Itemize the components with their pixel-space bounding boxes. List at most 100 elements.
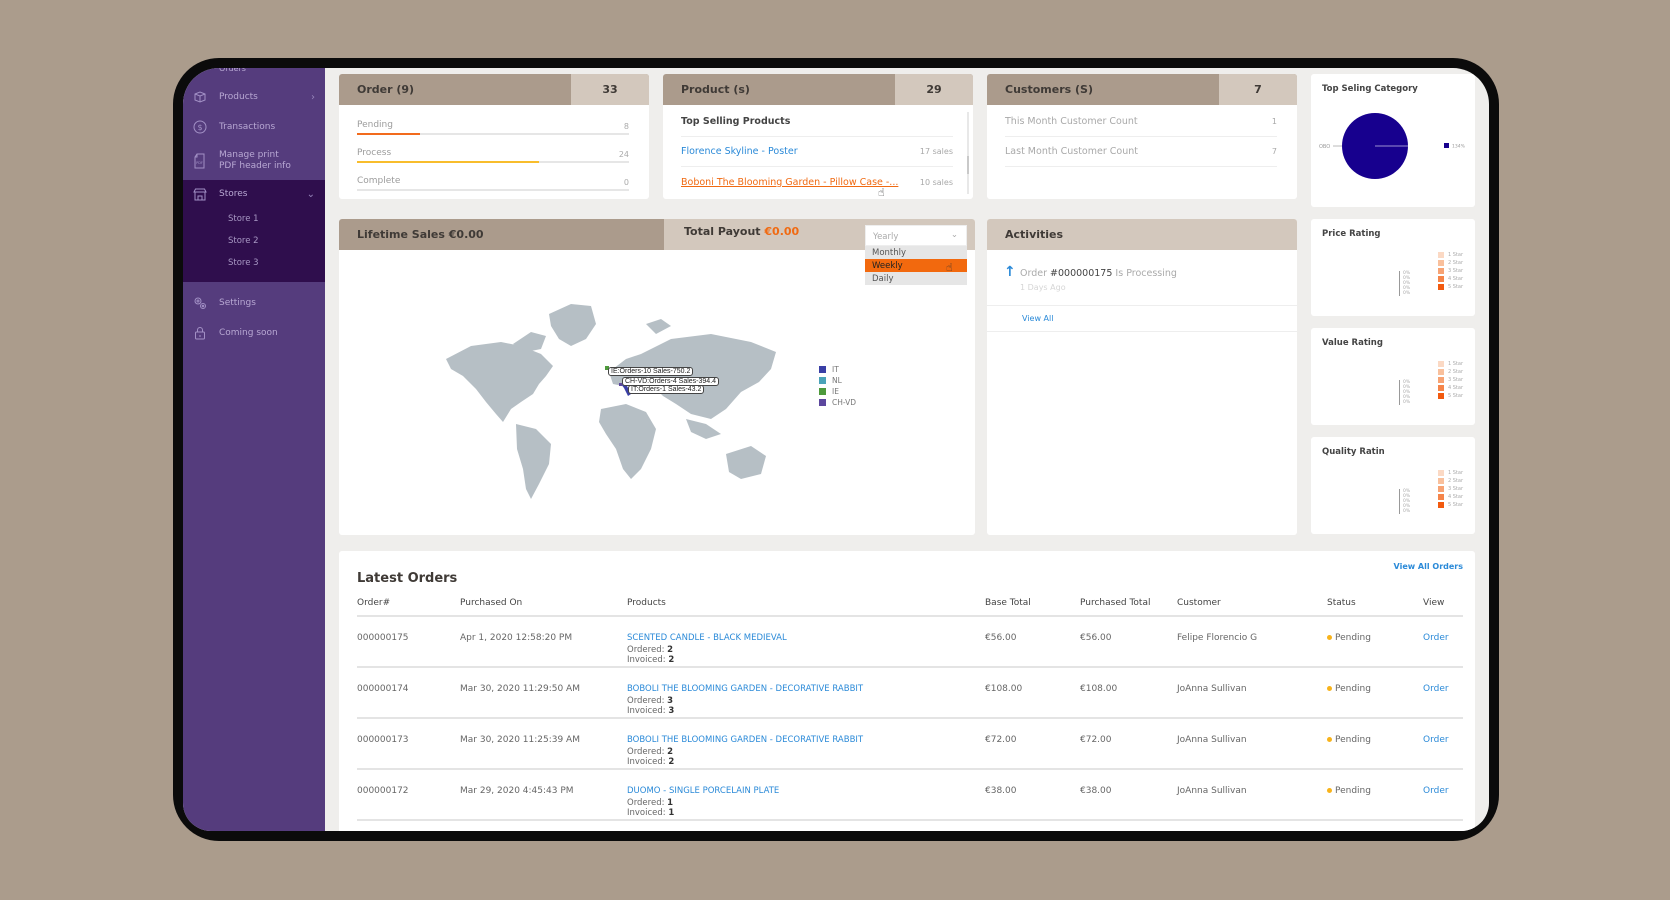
column-header[interactable]: Purchased On: [460, 591, 627, 617]
rating-legend-item[interactable]: 1 Star: [1437, 469, 1463, 477]
sidebar-subitem-store-3[interactable]: Store 3: [183, 252, 325, 274]
scrollbar-thumb[interactable]: [967, 156, 969, 174]
rating-legend-item[interactable]: 3 Star: [1437, 376, 1463, 384]
map-legend-item[interactable]: CH-VD: [819, 397, 856, 408]
column-header[interactable]: Status: [1327, 591, 1423, 617]
order-number: 000000172: [357, 769, 460, 821]
product-link[interactable]: SCENTED CANDLE - BLACK MEDIEVAL: [627, 633, 787, 643]
box-icon: [193, 90, 207, 104]
legend-swatch: [1437, 502, 1444, 508]
purchased-total: €108.00: [1080, 667, 1177, 719]
column-header[interactable]: View: [1423, 591, 1463, 617]
hand-cursor-icon: ☝: [878, 186, 885, 199]
legend-swatch: [1437, 252, 1444, 258]
legend-swatch: [1437, 260, 1444, 266]
rating-legend-item[interactable]: 3 Star: [1437, 267, 1463, 275]
arctic-islands: [646, 319, 671, 334]
sidebar-item-products[interactable]: Products ›: [183, 82, 325, 112]
top-product-link[interactable]: Florence Skyline - Poster: [681, 146, 798, 157]
rating-legend-item[interactable]: 4 Star: [1437, 384, 1463, 392]
sidebar-subitem-store-1[interactable]: Store 1: [183, 208, 325, 230]
sidebar-item-coming-soon[interactable]: Coming soon: [183, 318, 325, 348]
table-row: 000000174 Mar 30, 2020 11:29:50 AM BOBOL…: [357, 667, 1463, 719]
latest-orders-card: View All Orders Latest Orders Order# Pur…: [339, 551, 1475, 831]
rating-legend: 1 Star 2 Star 3 Star 4 Star 5 Star: [1437, 469, 1463, 509]
period-option-monthly[interactable]: Monthly: [865, 246, 967, 259]
sidebar-item-label: Stores: [219, 189, 248, 199]
purchased-total: €72.00: [1080, 718, 1177, 770]
rating-legend-item[interactable]: 3 Star: [1437, 485, 1463, 493]
map-legend-item[interactable]: IT: [819, 364, 856, 375]
legend-swatch: [1437, 276, 1444, 282]
legend-swatch: [1437, 486, 1444, 492]
period-select[interactable]: Yearly ⌄: [865, 225, 967, 246]
view-order-link[interactable]: Order: [1423, 684, 1449, 694]
customer-name: JoAnna Sullivan: [1177, 718, 1327, 770]
sidebar-subitem-store-2[interactable]: Store 2: [183, 230, 325, 252]
product-link[interactable]: BOBOLI THE BLOOMING GARDEN - DECORATIVE …: [627, 735, 863, 745]
sidebar-item-label: Settings: [219, 298, 256, 308]
top-product-link[interactable]: Boboni The Blooming Garden - Pillow Case…: [681, 177, 898, 188]
chevron-down-icon: ⌄: [306, 188, 315, 200]
sidebar-item-stores[interactable]: Stores ⌄: [183, 180, 325, 208]
invoiced-qty: 1: [668, 808, 675, 818]
product-link[interactable]: DUOMO - SINGLE PORCELAIN PLATE: [627, 786, 779, 796]
orders-table: Order# Purchased On Products Base Total …: [357, 591, 1463, 821]
activities-title: Activities: [1005, 228, 1064, 241]
view-order-link[interactable]: Order: [1423, 786, 1449, 796]
map-legend-item[interactable]: IE: [819, 386, 856, 397]
rating-legend-item[interactable]: 1 Star: [1437, 360, 1463, 368]
rating-legend-item[interactable]: 5 Star: [1437, 283, 1463, 291]
activities-view-all-link[interactable]: View All: [1022, 314, 1053, 323]
scrollbar-track[interactable]: [967, 112, 969, 194]
column-header[interactable]: Order#: [357, 591, 460, 617]
rating-pie-labels: 0% 0% 0% 0% 0%: [1399, 489, 1410, 514]
invoiced-label: Invoiced:: [627, 808, 666, 818]
sidebar-item-orders-partial[interactable]: Orders: [183, 68, 325, 78]
rating-legend-item[interactable]: 1 Star: [1437, 251, 1463, 259]
sidebar-item-manage-pdf[interactable]: PDF Manage print PDF header info: [183, 142, 325, 180]
legend-swatch: [819, 377, 826, 384]
rating-legend-item[interactable]: 4 Star: [1437, 493, 1463, 501]
status-badge: Pending: [1327, 667, 1423, 719]
column-header[interactable]: Purchased Total: [1080, 591, 1177, 617]
column-header[interactable]: Base Total: [985, 591, 1080, 617]
view-order-link[interactable]: Order: [1423, 735, 1449, 745]
africa: [599, 404, 656, 479]
products-card: Product (s) 29 Top Selling Products Flor…: [663, 74, 973, 199]
top-product-row: Florence Skyline - Poster 17 sales: [681, 137, 953, 167]
rating-legend-item[interactable]: 5 Star: [1437, 392, 1463, 400]
rating-legend-item[interactable]: 2 Star: [1437, 368, 1463, 376]
column-header[interactable]: Products: [627, 591, 985, 617]
progress-row-process: Process 24: [357, 139, 629, 167]
view-order-link[interactable]: Order: [1423, 633, 1449, 643]
rating-legend-item[interactable]: 5 Star: [1437, 501, 1463, 509]
column-header[interactable]: Customer: [1177, 591, 1327, 617]
sidebar-item-label: Products: [219, 92, 258, 102]
rating-legend-item[interactable]: 2 Star: [1437, 259, 1463, 267]
north-america: [446, 342, 553, 422]
map-legend-item[interactable]: NL: [819, 375, 856, 386]
store-icon: [193, 187, 207, 201]
base-total: €38.00: [985, 769, 1080, 821]
gears-icon: [193, 296, 207, 310]
sidebar-item-settings[interactable]: Settings: [183, 288, 325, 318]
rating-legend-item[interactable]: 4 Star: [1437, 275, 1463, 283]
screen: Orders Products › $ Transactions PDF Man…: [183, 68, 1489, 831]
sidebar-item-transactions[interactable]: $ Transactions: [183, 112, 325, 142]
svg-text:$: $: [197, 123, 202, 132]
ordered-label: Ordered:: [627, 696, 665, 706]
customers-card: Customers (S) 7 This Month Customer Coun…: [987, 74, 1297, 199]
map-tooltip: CH-VD:Orders-4 Sales-394.4: [622, 377, 720, 386]
products-cell: DUOMO - SINGLE PORCELAIN PLATE Ordered: …: [627, 769, 985, 821]
customer-count-row: Last Month Customer Count 7: [1005, 137, 1277, 167]
rating-legend-item[interactable]: 2 Star: [1437, 477, 1463, 485]
order-number: 000000173: [357, 718, 460, 770]
purchased-on: Apr 1, 2020 12:58:20 PM: [460, 616, 627, 668]
sidebar-item-label: Transactions: [219, 122, 276, 132]
activities-header: Activities: [987, 219, 1297, 250]
view-all-orders-link[interactable]: View All Orders: [1394, 562, 1463, 571]
map-legend: IT NL IE CH-VD: [819, 364, 856, 408]
ordered-qty: 2: [667, 747, 674, 757]
product-link[interactable]: BOBOLI THE BLOOMING GARDEN - DECORATIVE …: [627, 684, 863, 694]
